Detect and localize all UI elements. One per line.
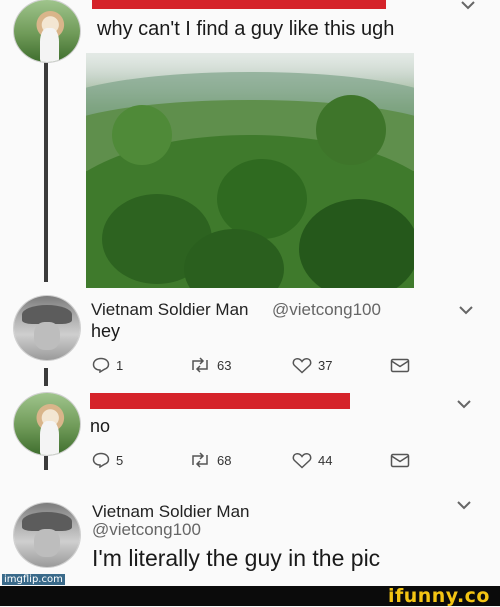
imgflip-watermark: imgflip.com <box>2 574 65 585</box>
ifunny-watermark: ifunny.co <box>387 585 490 607</box>
like-button[interactable]: 37 <box>292 357 332 374</box>
chevron-down-icon[interactable] <box>456 500 472 510</box>
reply-count: 1 <box>116 357 124 373</box>
tweet-image-jungle[interactable] <box>86 53 414 288</box>
heart-icon <box>292 452 312 469</box>
retweet-count: 68 <box>217 452 232 468</box>
reply-button[interactable]: 1 <box>92 357 123 373</box>
reply-icon <box>92 452 110 468</box>
tweet-text: hey <box>91 321 121 341</box>
author-name[interactable]: Vietnam Soldier Man <box>92 502 250 522</box>
author-name[interactable]: Vietnam Soldier Man <box>91 300 249 320</box>
avatar[interactable] <box>14 0 80 62</box>
redacted-name <box>92 0 386 9</box>
retweet-button[interactable]: 63 <box>189 357 231 373</box>
message-button[interactable] <box>390 358 410 373</box>
reply-button[interactable]: 5 <box>92 452 123 468</box>
heart-icon <box>292 357 312 374</box>
like-count: 44 <box>318 453 333 468</box>
tweet-thread: why can't I find a guy like this ugh Vie… <box>0 0 500 586</box>
avatar[interactable] <box>14 296 80 360</box>
retweet-count: 63 <box>217 357 232 373</box>
retweet-icon <box>189 357 211 373</box>
retweet-icon <box>189 452 211 468</box>
reply-icon <box>92 357 110 373</box>
thread-line <box>44 60 48 282</box>
tweet-text: why can't I find a guy like this ugh <box>97 18 395 40</box>
thread-line <box>44 368 48 386</box>
like-count: 37 <box>318 358 333 373</box>
author-handle[interactable]: @vietcong100 <box>92 520 201 540</box>
chevron-down-icon[interactable] <box>458 305 474 315</box>
like-button[interactable]: 44 <box>292 452 332 469</box>
retweet-button[interactable]: 68 <box>189 452 231 468</box>
envelope-icon <box>390 453 410 468</box>
chevron-down-icon[interactable] <box>460 0 476 10</box>
tweet-text: no <box>90 416 111 436</box>
chevron-down-icon[interactable] <box>456 399 472 409</box>
author-handle[interactable]: @vietcong100 <box>272 300 381 320</box>
message-button[interactable] <box>390 453 410 468</box>
redacted-name <box>90 393 350 409</box>
thread-line <box>44 456 48 470</box>
envelope-icon <box>390 358 410 373</box>
tweet-text: I'm literally the guy in the pic <box>92 545 381 571</box>
avatar[interactable] <box>14 393 80 455</box>
reply-count: 5 <box>116 452 124 468</box>
avatar[interactable] <box>14 503 80 567</box>
